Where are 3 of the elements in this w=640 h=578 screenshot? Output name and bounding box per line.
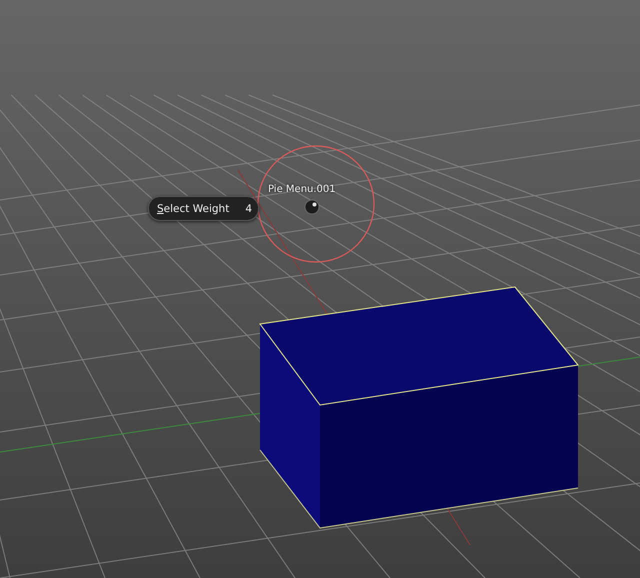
- pie-direction-icon: [304, 199, 320, 215]
- pie-menu-item[interactable]: Select Weight 4: [148, 196, 259, 221]
- pie-menu-title: Pie Menu.001: [268, 184, 336, 195]
